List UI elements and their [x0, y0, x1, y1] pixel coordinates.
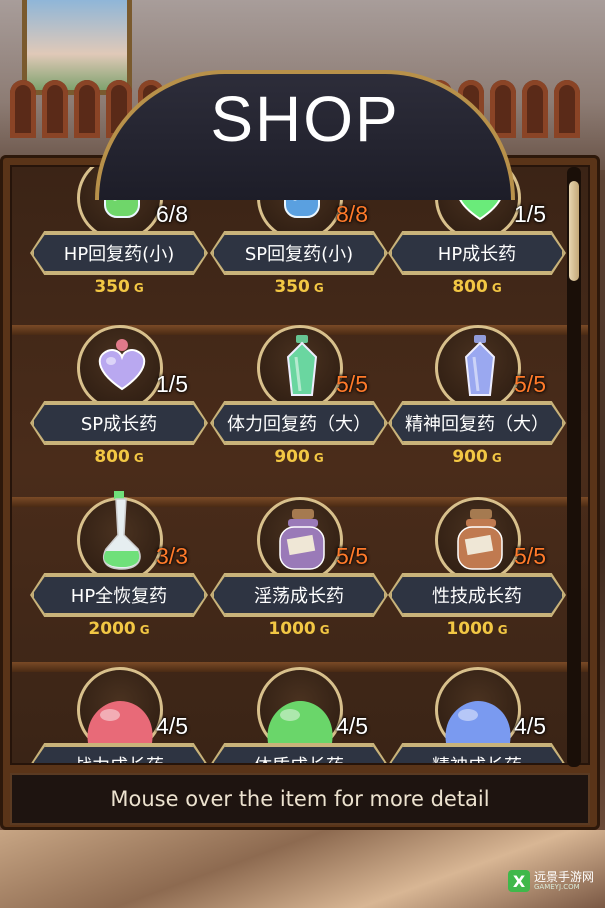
item-price: 1000 G [268, 619, 330, 639]
shop-item[interactable]: 5/5 淫荡成长药 1000 G [210, 497, 392, 639]
potion-icon [84, 697, 156, 751]
item-stock-count: 3/3 [156, 543, 188, 569]
item-name-label: 精神回复药（大） [390, 403, 564, 443]
shop-item[interactable]: 4/5 体质成长药 [210, 667, 392, 763]
potion-icon [274, 509, 330, 575]
item-name-label: HP成长药 [390, 233, 564, 273]
shop-item[interactable]: 5/5 性技成长药 1000 G [388, 497, 570, 639]
item-name-label: 性技成长药 [390, 575, 564, 615]
potion-icon [282, 335, 322, 403]
item-name-label: HP全恢复药 [32, 575, 206, 615]
hint-bar: Mouse over the item for more detail [10, 773, 590, 825]
floor [0, 830, 605, 908]
item-price: 350 G [94, 277, 144, 297]
item-name-label: 战力成长药 [32, 745, 206, 763]
item-price: 800 G [452, 277, 502, 297]
item-price: 900 G [274, 447, 324, 467]
item-price: 350 G [274, 277, 324, 297]
item-name-label: 体质成长药 [212, 745, 386, 763]
item-price: 900 G [452, 447, 502, 467]
shop-item[interactable]: 5/5 精神回复药（大） 900 G [388, 325, 570, 467]
item-price: 800 G [94, 447, 144, 467]
scrollbar[interactable] [567, 167, 581, 767]
item-stock-count: 1/5 [156, 371, 188, 397]
watermark-icon: X [508, 870, 530, 892]
shop-panel: 6/8 HP回复药(小) 350 G 8/8 SP回复药(小) 350 G 1/5 … [0, 155, 600, 830]
item-stock-count: 6/8 [156, 201, 188, 227]
watermark-logo: X 远景手游网 GAMEYJ.COM [508, 870, 594, 892]
page-title: SHOP [210, 83, 400, 155]
item-stock-count: 1/5 [514, 201, 546, 227]
item-name-label: HP回复药(小) [32, 233, 206, 273]
shop-item[interactable]: 5/5 体力回复药（大） 900 G [210, 325, 392, 467]
potion-icon [96, 491, 148, 575]
item-name-label: 精神成长药 [390, 745, 564, 763]
watermark-text: 远景手游网 [534, 870, 595, 884]
shop-item[interactable]: 4/5 战力成长药 [30, 667, 212, 763]
potion-icon [452, 509, 508, 575]
item-stock-count: 8/8 [336, 201, 368, 227]
potion-icon [94, 339, 150, 397]
item-price: 2000 G [88, 619, 150, 639]
item-stock-count: 4/5 [156, 713, 188, 739]
potion-icon [442, 697, 514, 751]
scrollbar-thumb[interactable] [569, 181, 579, 281]
item-name-label: 体力回复药（大） [212, 403, 386, 443]
item-name-label: 淫荡成长药 [212, 575, 386, 615]
item-stock-count: 5/5 [336, 371, 368, 397]
shop-item[interactable]: 3/3 HP全恢复药 2000 G [30, 491, 212, 639]
item-name-label: SP成长药 [32, 403, 206, 443]
item-stock-count: 5/5 [514, 371, 546, 397]
potion-icon [264, 697, 336, 751]
shop-item[interactable]: 4/5 精神成长药 [388, 667, 570, 763]
item-price: 1000 G [446, 619, 508, 639]
potion-icon [460, 335, 500, 403]
shop-shelf-area: 6/8 HP回复药(小) 350 G 8/8 SP回复药(小) 350 G 1/5 … [10, 165, 590, 765]
shop-item[interactable]: 1/5 SP成长药 800 G [30, 325, 212, 467]
item-stock-count: 4/5 [336, 713, 368, 739]
item-stock-count: 5/5 [336, 543, 368, 569]
item-stock-count: 5/5 [514, 543, 546, 569]
item-name-label: SP回复药(小) [212, 233, 386, 273]
watermark-subtext: GAMEYJ.COM [534, 883, 580, 891]
item-stock-count: 4/5 [514, 713, 546, 739]
